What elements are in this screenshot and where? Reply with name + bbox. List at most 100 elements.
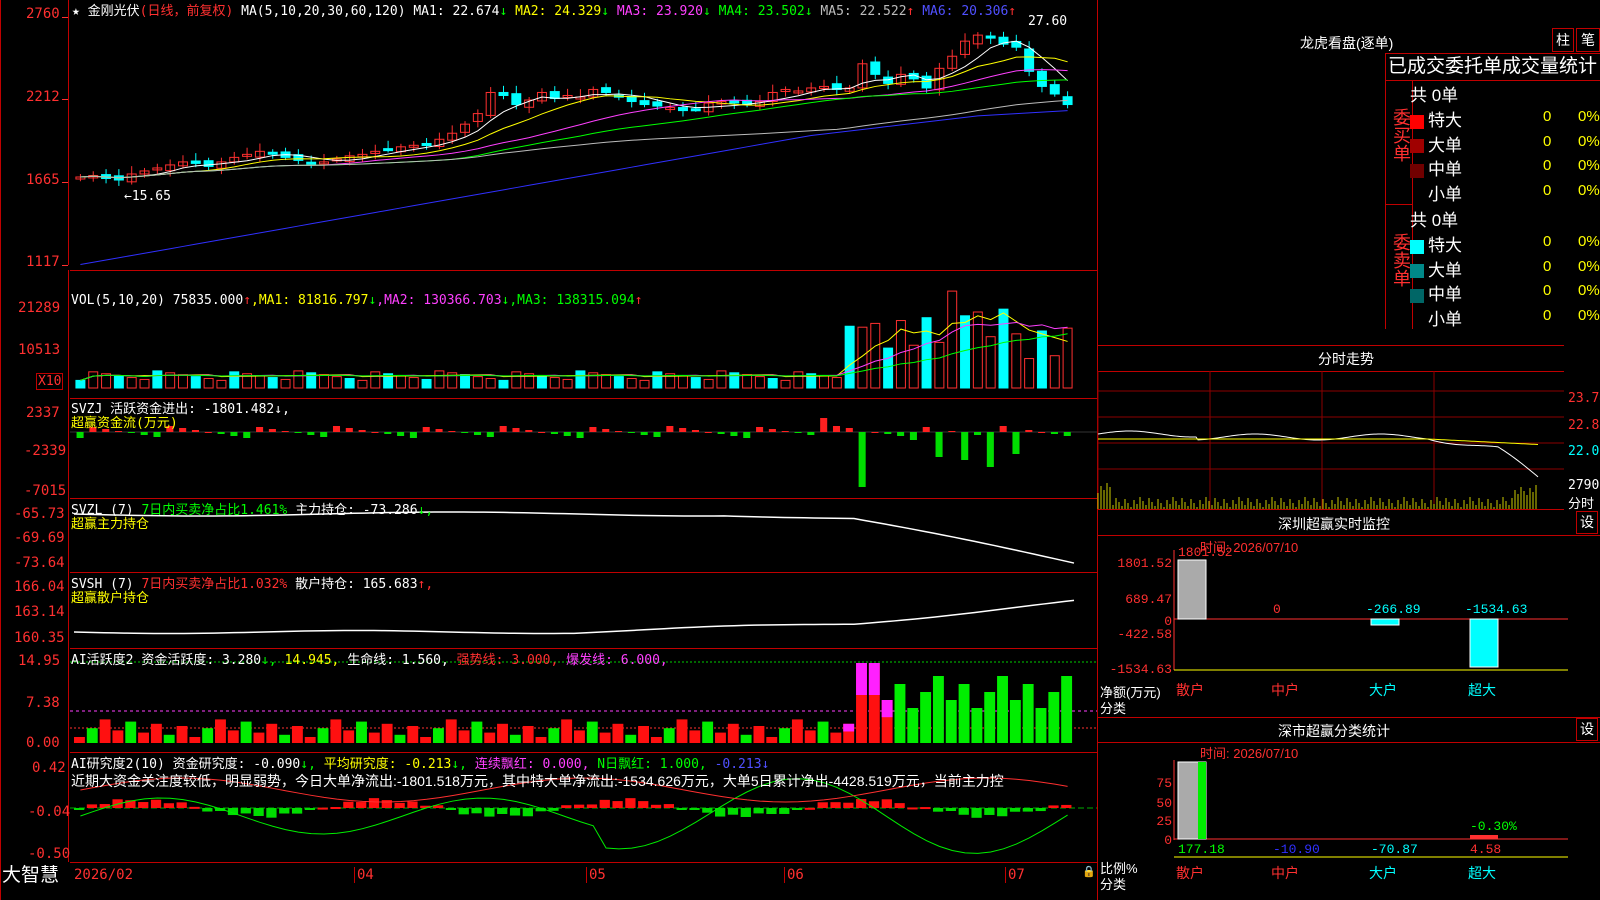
research-bar — [561, 805, 572, 808]
ma-dir: ↑ — [906, 4, 923, 19]
ma-value: 20.306 — [961, 4, 1009, 19]
vol-dir: ↑ — [243, 293, 252, 308]
svzl-panel[interactable]: SVZL (7) 7日内买卖净占比1.461% 主力持仓: -73.286↓, … — [70, 498, 1097, 573]
flow-bar — [602, 429, 610, 432]
volume-bar — [511, 371, 522, 389]
candle — [652, 101, 663, 107]
svzj-panel[interactable]: SVZJ 活跃资金进出: -1801.482↓, 超赢资金流(万元) — [70, 398, 1097, 499]
volume-bar — [331, 376, 342, 389]
candle — [639, 100, 650, 106]
volume-bar — [190, 376, 201, 389]
intraday-chart[interactable] — [1097, 371, 1564, 509]
star-icon[interactable]: ★ — [72, 4, 80, 19]
n-label: N日飘红: — [597, 757, 652, 772]
activity-bar — [753, 726, 765, 743]
flow-bar — [256, 427, 264, 432]
activity-bar — [791, 719, 803, 743]
burst-value: 6.000, — [620, 653, 668, 668]
research-bar — [907, 807, 918, 810]
svsh-panel[interactable]: SVSH (7) 7日内买卖净占比1.032% 散户持仓: 165.683↑, … — [70, 572, 1097, 649]
candle — [921, 75, 932, 89]
monitor-settings-button[interactable]: 设 — [1576, 511, 1598, 534]
flow-bar — [268, 429, 276, 432]
commentary: 近期大资金关注度较低，明显弱势，今日大单净流出:-1801.518万元，其中特大… — [71, 773, 1004, 789]
research-bar — [663, 804, 674, 808]
volume-bar — [357, 379, 368, 389]
order-size-label: 小单 — [1428, 309, 1462, 329]
flow-bar — [204, 432, 212, 433]
flow-bar — [345, 428, 353, 432]
order-pct: 0% — [1578, 257, 1600, 275]
activity-bar — [984, 692, 996, 743]
bar-mode-button[interactable]: 柱 — [1552, 28, 1574, 52]
flow-bar — [127, 432, 135, 433]
volume-bar — [934, 341, 945, 389]
svsh-axis: 166.04 163.14 160.35 — [0, 572, 69, 648]
tick-mode-button[interactable]: 笔 — [1576, 28, 1600, 52]
ai-research-panel[interactable]: AI研究度2(10) 资金研究度: -0.090↓, 平均研究度: -0.213… — [70, 752, 1097, 862]
order-count: 0 — [1543, 306, 1552, 324]
tick — [62, 99, 68, 100]
order-size-label: 大单 — [1428, 260, 1462, 280]
flow-bar — [576, 432, 584, 438]
volume-bar — [844, 325, 855, 389]
research-bar — [740, 808, 751, 817]
activity-bar — [484, 732, 496, 743]
monitor-title: 深圳超赢实时监控 — [1278, 516, 1390, 532]
intraday-tick: 23.74 — [1568, 391, 1600, 406]
candle — [601, 87, 612, 93]
flow-bar — [550, 432, 558, 434]
candle — [306, 161, 317, 165]
volume-bar — [152, 370, 163, 389]
research-bar — [843, 802, 854, 808]
ai-active-panel[interactable]: AI活跃度2 资金活跃度: 3.280↓, 14.945, 生命线: 1.560… — [70, 648, 1097, 753]
ai-research-tick: -0.04 — [28, 804, 71, 820]
ai-research-tick: 0.42 — [32, 760, 66, 776]
stat-tick: 50 — [1156, 796, 1172, 811]
flow-bar — [884, 432, 892, 434]
vol-panel[interactable]: VOL(5,10,20) 75835.000↑,MA1: 81816.797↓,… — [70, 270, 1097, 399]
svzj-value: -1801.482 — [203, 402, 275, 417]
volume-bar — [754, 376, 765, 389]
activity-bar — [1048, 692, 1060, 743]
stat-settings-button[interactable]: 设 — [1576, 718, 1598, 741]
kline-chart[interactable] — [70, 0, 1097, 270]
flow-bar — [243, 432, 251, 438]
vol-tick: 10513 — [18, 342, 61, 358]
cont-label: 连续飘红: — [474, 757, 535, 772]
kline-panel[interactable]: ★ 金刚光伏(日线，前复权) MA(5,10,20,30,60,120) MA1… — [70, 0, 1097, 271]
intraday-panel[interactable] — [1097, 371, 1564, 510]
lock-icon[interactable]: 🔒 — [1082, 865, 1096, 878]
flow-bar — [153, 432, 161, 437]
candle — [267, 151, 278, 155]
volume-bar — [113, 375, 124, 389]
stat-category: 超大 — [1468, 865, 1496, 881]
flow-bar — [115, 431, 123, 432]
activity-bar — [343, 730, 355, 743]
volume-bar — [216, 379, 227, 389]
activity-bar — [894, 684, 906, 743]
vol-ma-label: ,MA2: — [376, 293, 424, 308]
stat-title-bar: 深市超赢分类统计 设 — [1098, 717, 1600, 743]
order-pct: 0% — [1578, 181, 1600, 199]
candle — [729, 100, 740, 104]
activity-bar — [86, 728, 98, 743]
intraday-title-bar: 分时走势 — [1098, 345, 1564, 372]
activity-bar — [932, 676, 944, 743]
volume-bar — [1049, 355, 1060, 389]
ma-line — [80, 69, 1068, 179]
intraday-sub: 分时 — [1568, 496, 1595, 511]
research-bar — [958, 808, 969, 815]
kline-header: ★ 金刚光伏(日线，前复权) MA(5,10,20,30,60,120) MA1… — [72, 0, 1016, 19]
avg-dir: ↓, — [451, 757, 468, 772]
stat-value: -70.87 — [1371, 842, 1418, 857]
order-pct: 0% — [1578, 306, 1600, 324]
svzl-dir: ↓, — [417, 503, 434, 518]
monitor-chart[interactable]: 1801.52689.470-422.58-1534.631801.520 -26… — [1098, 545, 1598, 720]
order-stats-tab[interactable]: 已成交委托单成交量统计 — [1385, 53, 1600, 81]
flow-bar — [615, 431, 623, 432]
stat-chart[interactable]: 75 50 25 0 -0.30% 177.18 -10.90 -70.87 4.58 散户 中户 大… — [1098, 760, 1598, 900]
monitor-category: 中户 — [1271, 682, 1299, 698]
research-bar — [445, 808, 457, 810]
vol-chart[interactable] — [70, 270, 1097, 398]
